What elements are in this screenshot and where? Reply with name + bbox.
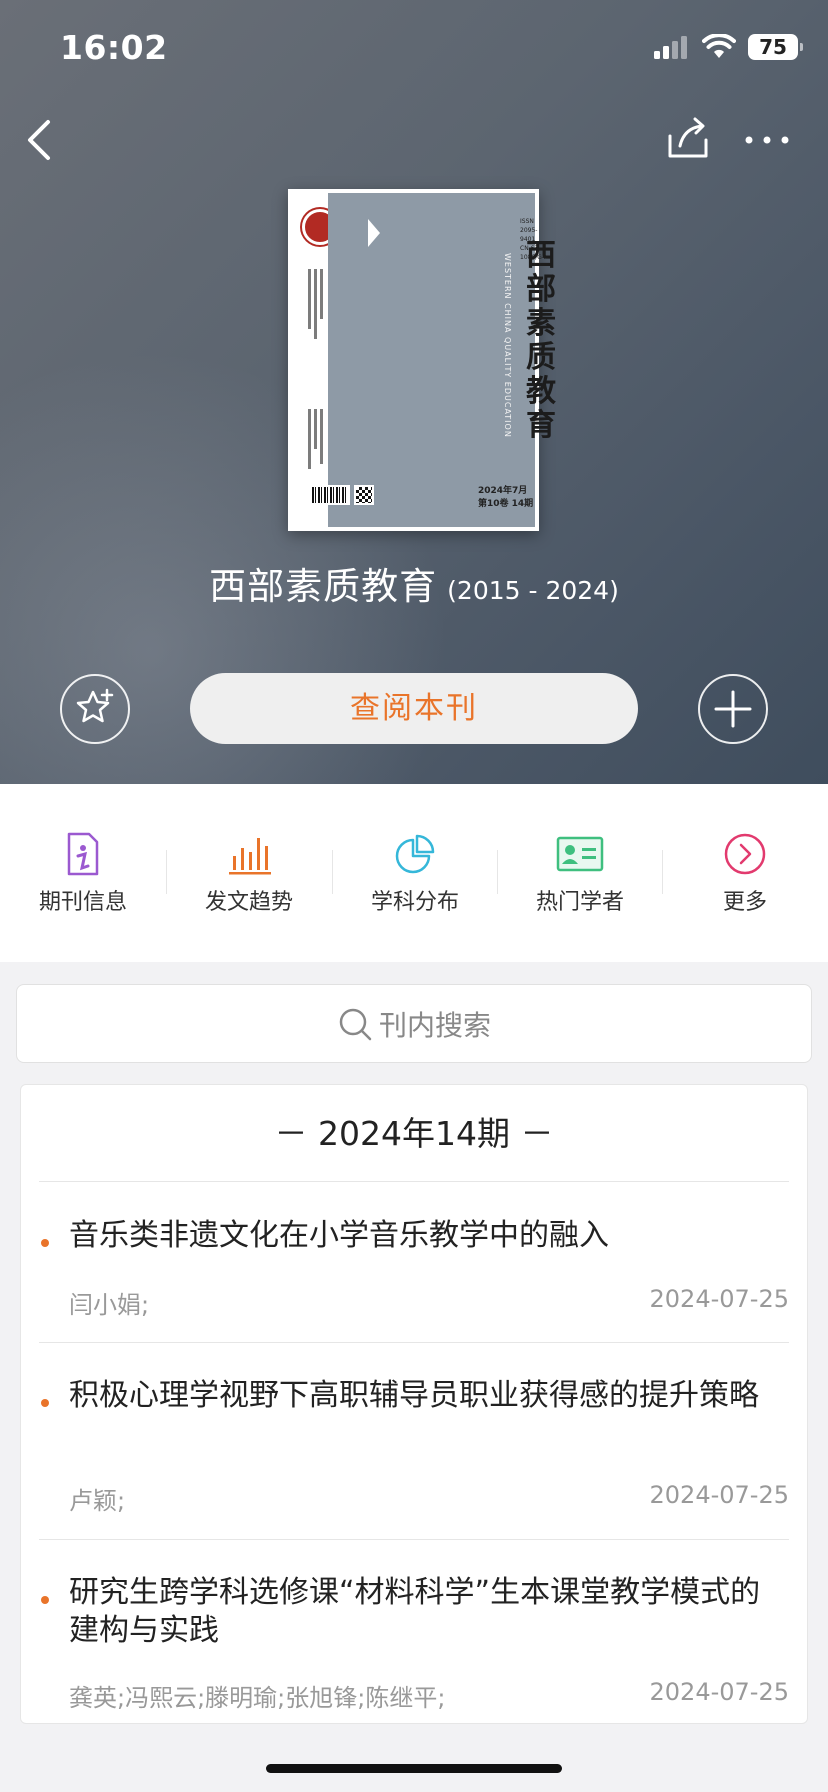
article-item[interactable]: 积极心理学视野下高职辅导员职业获得感的提升策略 卢颖; 2024-07-25 [39, 1377, 789, 1537]
more-icon[interactable] [742, 120, 792, 160]
pie-chart-icon [395, 834, 435, 874]
barcode-icon [310, 485, 350, 505]
cover-title: 西 部 素 质 教 育 [526, 238, 556, 443]
wifi-icon [702, 34, 736, 58]
qr-code-icon [354, 485, 374, 505]
article-authors: 闫小娟; [69, 1291, 150, 1319]
quick-menu: 期刊信息 发文趋势 学科分布 热门学者 更多 [0, 784, 828, 962]
home-indicator[interactable] [266, 1764, 562, 1773]
signal-icon [654, 36, 687, 59]
bullet-icon [41, 1596, 49, 1604]
quick-item-journal-info[interactable]: 期刊信息 [0, 784, 166, 962]
journal-name: 西部素质教育 [209, 565, 438, 608]
article-title[interactable]: 研究生跨学科选修课“材料科学”生本课堂教学模式的建构与实践 [69, 1574, 789, 1650]
quick-item-publication-trend[interactable]: 发文趋势 [166, 784, 332, 962]
status-bar: 16:02 75 [0, 0, 828, 100]
favorite-button[interactable] [60, 674, 130, 744]
journal-header: 16:02 75 ISSN 2095-9401 CN 63-1080/G4 WE… [0, 0, 828, 784]
bullet-icon [41, 1399, 49, 1407]
article-title[interactable]: 积极心理学视野下高职辅导员职业获得感的提升策略 [69, 1377, 789, 1415]
status-icons: 75 [652, 34, 803, 60]
search-placeholder: 刊内搜索 [378, 1008, 491, 1042]
search-icon [339, 1008, 372, 1040]
article-item[interactable]: 音乐类非遗文化在小学音乐教学中的融入 闫小娟; 2024-07-25 [39, 1217, 789, 1347]
journal-years: (2015 - 2024) [447, 576, 619, 605]
article-list: － 2024年14期 － 音乐类非遗文化在小学音乐教学中的融入 闫小娟; 202… [20, 1084, 808, 1724]
article-authors: 卢颖; [69, 1487, 126, 1515]
info-icon [67, 832, 99, 876]
article-date: 2024-07-25 [649, 1678, 789, 1706]
article-title[interactable]: 音乐类非遗文化在小学音乐教学中的融入 [69, 1217, 789, 1255]
article-item[interactable]: 研究生跨学科选修课“材料科学”生本课堂教学模式的建构与实践 龚英;冯熙云;滕明瑜… [39, 1574, 789, 1723]
share-icon[interactable] [664, 114, 712, 162]
back-icon[interactable] [18, 112, 68, 168]
quick-item-subject-distribution[interactable]: 学科分布 [332, 784, 498, 962]
article-authors: 龚英;冯熙云;滕明瑜;张旭锋;陈继平; [69, 1684, 446, 1712]
cover-english-title: WESTERN CHINA QUALITY EDUCATION [503, 253, 512, 438]
journal-cover[interactable]: ISSN 2095-9401 CN 63-1080/G4 WESTERN CHI… [288, 189, 556, 531]
read-journal-button[interactable]: 查阅本刊 [190, 673, 638, 744]
bullet-icon [41, 1239, 49, 1247]
star-plus-icon [76, 688, 114, 723]
journal-title: 西部素质教育 (2015 - 2024) [0, 556, 828, 610]
article-date: 2024-07-25 [649, 1285, 789, 1313]
status-time: 16:02 [60, 28, 168, 67]
add-button[interactable] [698, 674, 768, 744]
cover-issue: 2024年7月 第10卷 14期 [478, 486, 534, 509]
battery-icon: 75 [748, 34, 803, 60]
more-arrow-icon [724, 833, 766, 875]
quick-item-popular-scholars[interactable]: 热门学者 [497, 784, 663, 962]
quick-item-more[interactable]: 更多 [662, 784, 828, 962]
issue-heading[interactable]: － 2024年14期 － [21, 1107, 807, 1155]
cover-contents-lines [308, 259, 338, 499]
bar-chart-icon [229, 838, 271, 875]
plus-icon [714, 690, 752, 728]
in-journal-search[interactable]: 刊内搜索 [16, 984, 812, 1063]
article-date: 2024-07-25 [649, 1481, 789, 1509]
id-card-icon [556, 836, 604, 872]
